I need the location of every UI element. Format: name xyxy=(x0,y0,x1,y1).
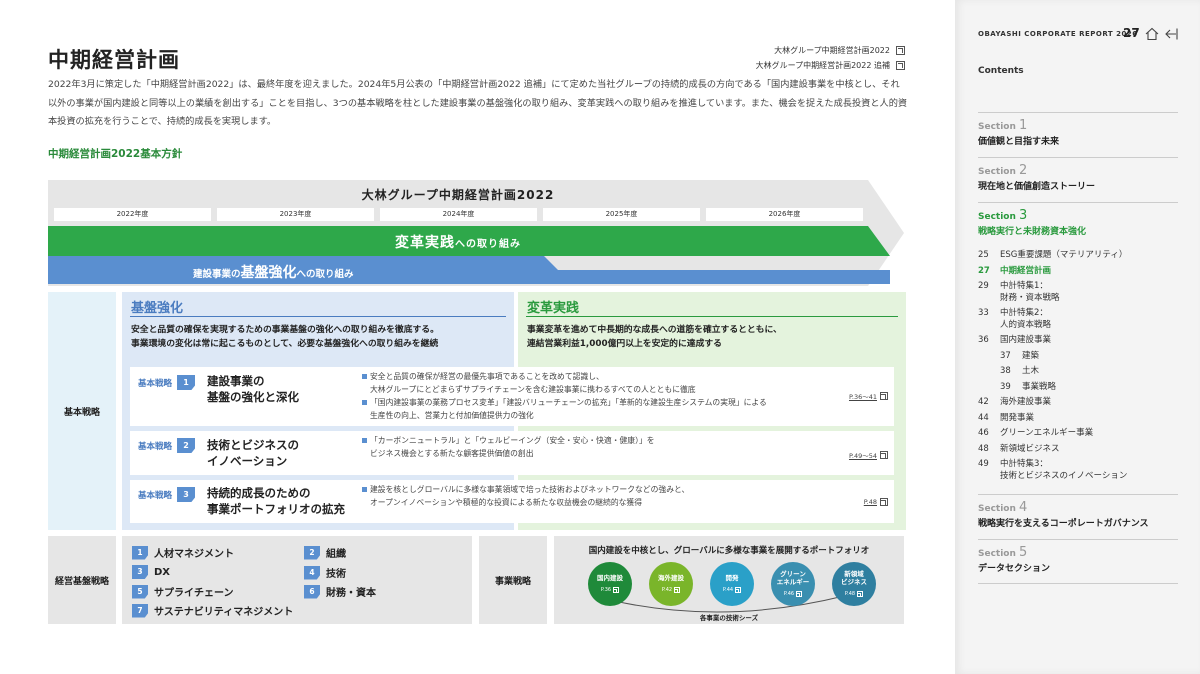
strategy-name: 持続的成長のための 事業ポートフォリオの拡充 xyxy=(207,486,345,516)
external-link-icon xyxy=(735,587,742,593)
business-circle-new-domain[interactable]: 新領域 ビジネス P.48 xyxy=(832,562,876,606)
external-link-icon xyxy=(857,591,864,597)
kiban-title: 基盤強化 xyxy=(131,301,184,316)
intro-text: 2022年3月に策定した「中期経営計画2022」は、最終年度を迎えました。202… xyxy=(48,79,908,127)
plan-title: 大林グループ中期経営計画2022 xyxy=(361,188,555,202)
management-item: 2 組織 xyxy=(304,545,346,560)
business-circle-development[interactable]: 開発 P.44 xyxy=(710,562,754,606)
divider xyxy=(130,316,506,317)
external-link-icon xyxy=(896,46,905,55)
management-item: 4 技術 xyxy=(304,565,346,580)
strategy-desc: 「カーボンニュートラル」と「ウェルビーイング（安全・安心・快適・健康）」を ビジネ… xyxy=(362,434,822,460)
page-number: 27 xyxy=(1123,26,1140,40)
toc-item[interactable]: 25 ESG重要課題（マテリアリティ） xyxy=(978,250,1178,262)
divider xyxy=(978,112,1178,113)
section-1-link[interactable]: Section 1 価値観と目指す未来 xyxy=(978,118,1178,147)
home-icon[interactable] xyxy=(1145,27,1159,41)
external-link-icon xyxy=(880,451,888,459)
year-2024: 2024年度 xyxy=(380,208,537,221)
strategy-name: 建設事業の 基盤の強化と深化 xyxy=(207,374,299,404)
divider xyxy=(526,316,898,317)
section-5-link[interactable]: Section 5 データセクション xyxy=(978,545,1178,574)
henkaku-text: 事業変革を進めて中長期的な成長への道筋を確立するとともに、 連結営業利益1,00… xyxy=(527,325,782,349)
divider xyxy=(978,202,1178,203)
divider xyxy=(978,494,1178,495)
management-item: 6 財務・資本 xyxy=(304,584,376,599)
year-row: 2022年度 2023年度 2024年度 2025年度 2026年度 xyxy=(54,208,863,221)
toc-item[interactable]: 44 開発事業 xyxy=(978,413,1178,425)
year-2025: 2025年度 xyxy=(543,208,700,221)
strategy-tag: 基本戦略 2 xyxy=(138,438,196,453)
year-2023: 2023年度 xyxy=(217,208,374,221)
management-label: 経営基盤戦略 xyxy=(48,536,116,624)
divider xyxy=(978,157,1178,158)
page-title: 中期経営計画 xyxy=(48,48,180,72)
strategy-name: 技術とビジネスの イノベーション xyxy=(207,438,299,468)
sidebar: OBAYASHI CORPORATE REPORT 2026 27 Conten… xyxy=(955,0,1200,674)
toc-item[interactable]: 36 国内建設事業 xyxy=(978,335,1178,347)
henkaku-band: 変革実践への取り組み xyxy=(48,226,890,256)
back-icon[interactable] xyxy=(1164,27,1178,41)
external-links: 大林グループ中期経営計画2022 大林グループ中期経営計画2022 追補 xyxy=(756,45,905,75)
report-name: OBAYASHI CORPORATE REPORT 2026 xyxy=(978,30,1138,38)
tech-seeds-label: 各事業の技術シーズ xyxy=(699,614,759,622)
strategy-row-3: 基本戦略 3 持続的成長のための 事業ポートフォリオの拡充 建設を核としグローバルに… xyxy=(130,480,894,523)
external-link-icon xyxy=(613,587,620,593)
management-box: 1 人材マネジメント 2 組織 3 DX 4 技術 5 サプライチェーン 6 財務・資本 7… xyxy=(122,536,472,624)
toc-item[interactable]: 49 中計特集3： 技術とビジネスのイノベーション xyxy=(978,459,1178,482)
strategy-tag: 基本戦略 3 xyxy=(138,487,196,502)
main-content: 中期経営計画 大林グループ中期経営計画2022 大林グループ中期経営計画2022… xyxy=(0,0,955,674)
basic-strategy-label: 基本戦略 xyxy=(48,292,116,530)
toc-item[interactable]: 33 中計特集2： 人的資本戦略 xyxy=(978,308,1178,331)
kiban-text: 安全と品質の確保を実現するための事業基盤の強化への取り組みを徹底する。 事業環境… xyxy=(131,325,439,349)
toc-item[interactable]: 48 新領域ビジネス xyxy=(978,444,1178,456)
section-4-link[interactable]: Section 4 戦略実行を支えるコーポレートガバナンス xyxy=(978,500,1178,529)
external-link-icon xyxy=(674,587,681,593)
divider xyxy=(978,539,1178,540)
section-3-toc: 25 ESG重要課題（マテリアリティ） 27 中期経営計画 29 中計特集1： 財務・資… xyxy=(978,250,1178,486)
management-item: 3 DX xyxy=(132,565,170,579)
contents-heading: Contents xyxy=(978,66,1024,76)
toc-item[interactable]: 39 事業戦略 xyxy=(978,382,1178,394)
toc-item[interactable]: 29 中計特集1： 財務・資本戦略 xyxy=(978,281,1178,304)
policy-heading: 中期経営計画2022基本方針 xyxy=(48,148,183,160)
year-2022: 2022年度 xyxy=(54,208,211,221)
link-plan-2022-supplement[interactable]: 大林グループ中期経営計画2022 追補 xyxy=(756,60,905,71)
divider xyxy=(978,583,1178,584)
management-item: 7 サステナビリティマネジメント xyxy=(132,603,293,618)
page-link[interactable]: P.49～54 xyxy=(849,450,888,460)
external-link-icon xyxy=(880,498,888,506)
business-circle-green-energy[interactable]: グリーン エネルギー P.46 xyxy=(771,562,815,606)
strategy-row-1: 基本戦略 1 建設事業の 基盤の強化と深化 安全と品質の確保が経営の最優先事項である… xyxy=(130,367,894,426)
page-link[interactable]: P.48 xyxy=(864,498,888,506)
toc-item-current[interactable]: 27 中期経営計画 xyxy=(978,266,1178,278)
business-circle-overseas[interactable]: 海外建設 P.42 xyxy=(649,562,693,606)
external-link-icon xyxy=(880,392,888,400)
toc-item[interactable]: 46 グリーンエネルギー事業 xyxy=(978,428,1178,440)
business-circle-domestic[interactable]: 国内建設 P.36 xyxy=(588,562,632,606)
page-link[interactable]: P.36～41 xyxy=(849,391,888,401)
business-label: 事業戦略 xyxy=(479,536,547,624)
henkaku-title: 変革実践 xyxy=(527,301,580,316)
toc-item[interactable]: 37 建築 xyxy=(978,351,1178,363)
strategy-desc: 建設を核としグローバルに多様な事業領域で培った技術およびネットワークなどの強みと… xyxy=(362,483,822,509)
business-box: 国内建設を中核とし、グローバルに多様な事業を展開するポートフォリオ 国内建設 P.… xyxy=(554,536,904,624)
section-3-link[interactable]: Section 3 戦略実行と未財務資本強化 xyxy=(978,208,1178,237)
management-item: 5 サプライチェーン xyxy=(132,584,234,599)
strategy-tag: 基本戦略 1 xyxy=(138,375,196,390)
strategy-desc: 安全と品質の確保が経営の最優先事項であることを改めて認識し、 大林グループにとどま… xyxy=(362,370,822,422)
toc-item[interactable]: 42 海外建設事業 xyxy=(978,397,1178,409)
link-plan-2022[interactable]: 大林グループ中期経営計画2022 xyxy=(756,45,905,56)
toc-item[interactable]: 38 土木 xyxy=(978,366,1178,378)
section-2-link[interactable]: Section 2 現在地と価値創造ストーリー xyxy=(978,163,1178,192)
external-link-icon xyxy=(796,591,803,597)
strategy-row-2: 基本戦略 2 技術とビジネスの イノベーション 「カーボンニュートラル」と「ウェルビ… xyxy=(130,431,894,475)
management-item: 1 人材マネジメント xyxy=(132,545,234,560)
year-2026: 2026年度 xyxy=(706,208,863,221)
external-link-icon xyxy=(896,61,905,70)
plan-arrow: 大林グループ中期経営計画2022 2022年度 2023年度 2024年度 20… xyxy=(48,180,904,286)
